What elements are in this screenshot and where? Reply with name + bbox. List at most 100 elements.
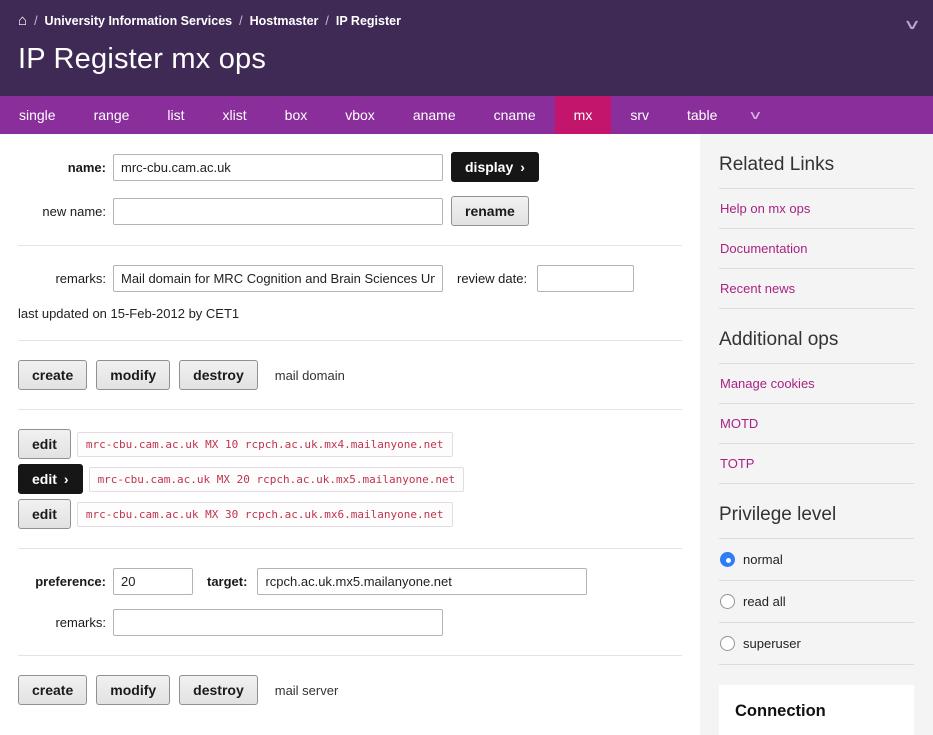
- tab-vbox[interactable]: vbox: [326, 96, 394, 134]
- review-date-input[interactable]: [537, 265, 634, 292]
- divider: [18, 340, 682, 341]
- connection-heading: Connection: [735, 702, 898, 721]
- divider: [18, 409, 682, 410]
- sidebar-link-manage-cookies[interactable]: Manage cookies: [719, 364, 914, 403]
- tab-single[interactable]: single: [0, 96, 75, 134]
- breadcrumb-item-hostmaster[interactable]: Hostmaster: [250, 14, 319, 28]
- tabs-overflow-chevron-down-icon[interactable]: ∨: [723, 96, 789, 134]
- edit-mx-record-button-2[interactable]: edit ›: [18, 464, 83, 494]
- sidebar-link-recent-news[interactable]: Recent news: [719, 269, 914, 308]
- name-input[interactable]: [113, 154, 443, 181]
- additional-ops-heading: Additional ops: [719, 329, 914, 351]
- sidebar-link-help-on-mx-ops[interactable]: Help on mx ops: [719, 189, 914, 228]
- display-button[interactable]: display ›: [451, 152, 539, 182]
- content: name: display › new name: rename remarks…: [0, 134, 933, 735]
- breadcrumb-separator: /: [239, 14, 242, 28]
- radio-label: read all: [743, 594, 786, 609]
- mx-record-text: mrc-cbu.cam.ac.uk MX 30 rcpch.ac.uk.mx6.…: [77, 502, 453, 527]
- divider: [18, 245, 682, 246]
- main-panel: name: display › new name: rename remarks…: [0, 134, 700, 735]
- radio-read-all[interactable]: [720, 594, 735, 609]
- last-updated-text: last updated on 15-Feb-2012 by CET1: [18, 306, 682, 321]
- list-item: Help on mx ops: [719, 189, 914, 229]
- new-name-input[interactable]: [113, 198, 443, 225]
- server-remarks-input[interactable]: [113, 609, 443, 636]
- new-name-row: new name: rename: [18, 196, 682, 226]
- breadcrumb-item-uis[interactable]: University Information Services: [45, 14, 233, 28]
- tab-aname[interactable]: aname: [394, 96, 475, 134]
- modify-mail-domain-button[interactable]: modify: [96, 360, 170, 390]
- radio-label: superuser: [743, 636, 801, 651]
- privilege-option-read-all[interactable]: read all: [719, 581, 914, 623]
- home-icon[interactable]: ⌂: [18, 13, 27, 28]
- tab-range[interactable]: range: [75, 96, 149, 134]
- rename-button[interactable]: rename: [451, 196, 529, 226]
- preference-target-row: preference: target:: [18, 568, 682, 595]
- mx-record-row: edit mrc-cbu.cam.ac.uk MX 10 rcpch.ac.uk…: [18, 429, 682, 459]
- edit-mx-record-button-1[interactable]: edit: [18, 429, 71, 459]
- mx-record-text: mrc-cbu.cam.ac.uk MX 10 rcpch.ac.uk.mx4.…: [77, 432, 453, 457]
- modify-mail-server-button[interactable]: modify: [96, 675, 170, 705]
- page-title: IP Register mx ops: [18, 43, 915, 76]
- sidebar-link-documentation[interactable]: Documentation: [719, 229, 914, 268]
- modify-button-label: modify: [110, 682, 156, 698]
- related-links-heading: Related Links: [719, 154, 914, 176]
- tab-srv[interactable]: srv: [611, 96, 668, 134]
- mx-record-text: mrc-cbu.cam.ac.uk MX 20 rcpch.ac.uk.mx5.…: [89, 467, 465, 492]
- destroy-mail-domain-button[interactable]: destroy: [179, 360, 258, 390]
- radio-label: normal: [743, 552, 783, 567]
- privilege-option-normal[interactable]: normal: [719, 539, 914, 581]
- tab-list[interactable]: list: [148, 96, 203, 134]
- mail-server-actions: create modify destroy mail server: [18, 675, 682, 705]
- privilege-option-superuser[interactable]: superuser: [719, 623, 914, 665]
- edit-button-label: edit: [32, 506, 57, 522]
- tab-xlist[interactable]: xlist: [204, 96, 266, 134]
- create-mail-domain-button[interactable]: create: [18, 360, 87, 390]
- tab-box[interactable]: box: [266, 96, 327, 134]
- destroy-button-label: destroy: [193, 367, 244, 383]
- tab-mx[interactable]: mx: [555, 96, 612, 134]
- breadcrumb-separator: /: [34, 14, 37, 28]
- preference-input[interactable]: [113, 568, 193, 595]
- remarks-row: remarks: review date:: [18, 265, 682, 292]
- ops-tab-bar: single range list xlist box vbox aname c…: [0, 96, 933, 134]
- remarks-input[interactable]: [113, 265, 443, 292]
- edit-mx-record-button-3[interactable]: edit: [18, 499, 71, 529]
- privilege-level-heading: Privilege level: [719, 504, 914, 526]
- radio-normal[interactable]: [720, 552, 735, 567]
- list-item: Recent news: [719, 269, 914, 309]
- display-button-label: display: [465, 159, 513, 175]
- chevron-down-icon[interactable]: ∨: [903, 16, 921, 33]
- radio-superuser[interactable]: [720, 636, 735, 651]
- breadcrumb-item-ip-register[interactable]: IP Register: [336, 14, 401, 28]
- tab-cname[interactable]: cname: [475, 96, 555, 134]
- sidebar-link-totp[interactable]: TOTP: [719, 444, 914, 483]
- list-item: Manage cookies: [719, 364, 914, 404]
- mail-domain-caption: mail domain: [275, 368, 345, 383]
- mail-server-caption: mail server: [275, 683, 339, 698]
- edit-button-label: edit: [32, 436, 57, 452]
- modify-button-label: modify: [110, 367, 156, 383]
- sidebar: Related Links Help on mx ops Documentati…: [700, 134, 933, 735]
- target-input[interactable]: [257, 568, 587, 595]
- list-item: TOTP: [719, 444, 914, 484]
- divider: [18, 548, 682, 549]
- create-mail-server-button[interactable]: create: [18, 675, 87, 705]
- breadcrumb-separator: /: [325, 14, 328, 28]
- name-label: name:: [18, 160, 106, 175]
- preference-label: preference:: [18, 574, 106, 589]
- chevron-right-icon: ›: [64, 471, 69, 487]
- destroy-button-label: destroy: [193, 682, 244, 698]
- sidebar-link-motd[interactable]: MOTD: [719, 404, 914, 443]
- additional-ops-list: Manage cookies MOTD TOTP: [719, 363, 914, 484]
- mx-record-row: edit › mrc-cbu.cam.ac.uk MX 20 rcpch.ac.…: [18, 464, 682, 494]
- mail-domain-actions: create modify destroy mail domain: [18, 360, 682, 390]
- create-button-label: create: [32, 367, 73, 383]
- create-button-label: create: [32, 682, 73, 698]
- edit-button-label: edit: [32, 471, 57, 487]
- target-label: target:: [207, 574, 247, 589]
- related-links-list: Help on mx ops Documentation Recent news: [719, 188, 914, 309]
- connection-panel: Connection: [719, 685, 914, 735]
- destroy-mail-server-button[interactable]: destroy: [179, 675, 258, 705]
- page-header: ⌂ / University Information Services / Ho…: [0, 0, 933, 96]
